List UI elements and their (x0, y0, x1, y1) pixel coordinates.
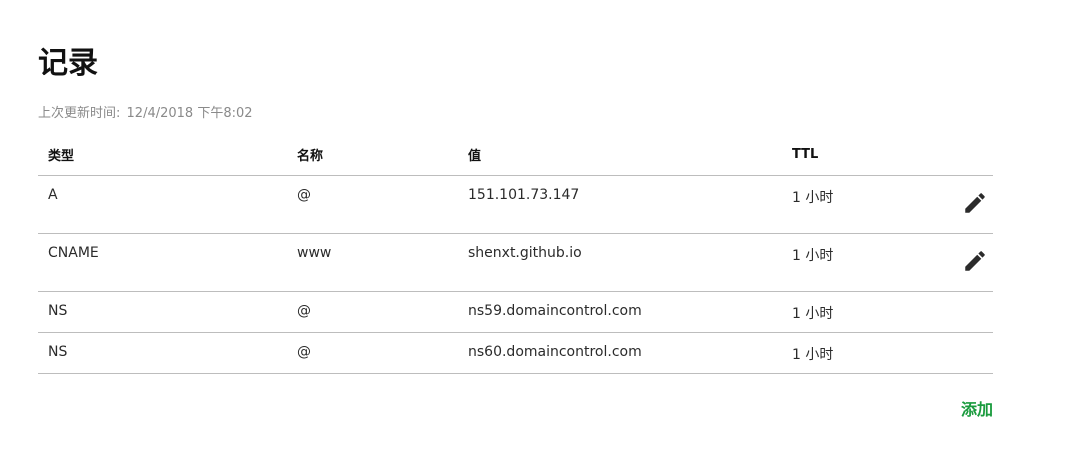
edit-record-button[interactable] (962, 190, 988, 216)
records-panel: 记录 上次更新时间: 12/4/2018 下午8:02 类型 名称 值 TTL … (38, 40, 993, 420)
last-updated: 上次更新时间: 12/4/2018 下午8:02 (38, 104, 993, 124)
column-header-value: 值 (458, 134, 782, 176)
record-ttl: 1 小时 (782, 291, 932, 333)
record-ttl: 1 小时 (782, 332, 932, 374)
column-header-type: 类型 (38, 134, 287, 176)
record-value: ns60.domaincontrol.com (458, 332, 782, 374)
record-actions (932, 291, 993, 333)
record-value: ns59.domaincontrol.com (458, 291, 782, 333)
record-actions (932, 332, 993, 374)
record-type: NS (38, 332, 287, 374)
record-type: NS (38, 291, 287, 333)
table-row: CNAME www shenxt.github.io 1 小时 (38, 233, 993, 292)
pencil-icon (965, 251, 985, 271)
record-value: 151.101.73.147 (458, 175, 782, 234)
page-title: 记录 (38, 46, 98, 81)
pencil-icon (965, 193, 985, 213)
add-record-link[interactable]: 添加 (961, 400, 993, 419)
record-name: @ (287, 291, 458, 333)
record-type: A (38, 175, 287, 234)
record-name: @ (287, 332, 458, 374)
last-updated-value: 12/4/2018 下午8:02 (126, 106, 253, 121)
table-header-row: 类型 名称 值 TTL (38, 134, 993, 176)
record-value: shenxt.github.io (458, 233, 782, 292)
table-row: NS @ ns60.domaincontrol.com 1 小时 (38, 332, 993, 374)
dns-records-table: 类型 名称 值 TTL A @ 151.101.73.147 1 小时 CNAM… (38, 134, 993, 374)
record-actions (932, 175, 993, 234)
last-updated-label: 上次更新时间: (38, 106, 121, 121)
record-type: CNAME (38, 233, 287, 292)
table-footer: 添加 (38, 396, 993, 420)
column-header-actions (932, 134, 993, 176)
table-row: A @ 151.101.73.147 1 小时 (38, 175, 993, 234)
record-ttl: 1 小时 (782, 175, 932, 234)
record-name: @ (287, 175, 458, 234)
edit-record-button[interactable] (962, 248, 988, 274)
column-header-ttl: TTL (782, 134, 932, 176)
record-name: www (287, 233, 458, 292)
record-ttl: 1 小时 (782, 233, 932, 292)
table-row: NS @ ns59.domaincontrol.com 1 小时 (38, 291, 993, 333)
column-header-name: 名称 (287, 134, 458, 176)
record-actions (932, 233, 993, 292)
